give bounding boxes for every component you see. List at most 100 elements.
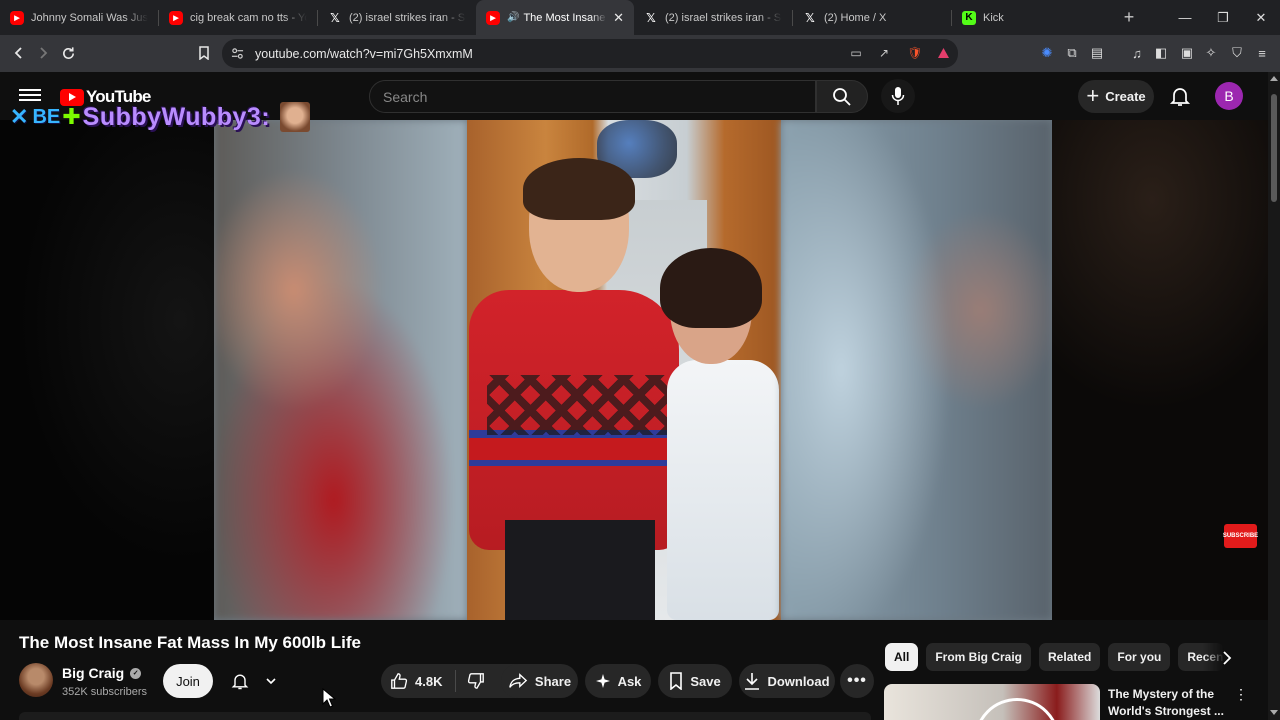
browser-tab[interactable]: 𝕏 (2) Home / X xyxy=(793,0,951,35)
reload-icon[interactable] xyxy=(55,40,81,66)
close-tab-icon[interactable]: ✕ xyxy=(613,10,624,26)
search-box[interactable] xyxy=(369,80,816,113)
share-button[interactable]: Share xyxy=(501,664,578,698)
x-icon: 𝕏 xyxy=(330,10,340,25)
subscription-notifications-button[interactable] xyxy=(222,664,284,698)
notifications-bell-icon[interactable] xyxy=(1168,84,1192,108)
blurred-background-left xyxy=(214,120,467,620)
chip-from-channel[interactable]: From Big Craig xyxy=(926,643,1032,671)
media-controls-icon[interactable]: ♫ xyxy=(1128,44,1146,62)
video-player[interactable] xyxy=(0,120,1268,620)
scroll-down-icon[interactable] xyxy=(1270,710,1278,715)
join-button[interactable]: Join xyxy=(163,664,213,698)
x-icon: 𝕏 xyxy=(805,10,815,25)
youtube-icon: ▶ xyxy=(10,10,24,25)
scroll-up-icon[interactable] xyxy=(1270,76,1278,81)
chevron-down-icon xyxy=(265,678,276,685)
video-frame[interactable] xyxy=(214,120,1052,620)
recommended-title[interactable]: The Mystery of the World's Strongest ... xyxy=(1108,686,1226,720)
tab-title: (2) israel strikes iran - Sear xyxy=(665,11,782,24)
more-actions-button[interactable]: ••• xyxy=(840,664,874,698)
photo-sweater-pattern xyxy=(487,375,667,435)
wallet-icon[interactable]: ▣ xyxy=(1178,44,1196,62)
download-icon xyxy=(745,673,760,690)
address-bar[interactable]: youtube.com/watch?v=mi7Gh5XmxmM ▭ ↗ 🛡 xyxy=(222,39,958,68)
more-horizontal-icon: ••• xyxy=(847,672,867,689)
youtube-icon: ▶ xyxy=(169,10,183,25)
browser-tab-strip: ▶ Johnny Somali Was Just Do ▶ cig break … xyxy=(0,0,1280,35)
voice-search-button[interactable] xyxy=(881,79,915,113)
subscribe-watermark[interactable]: SUBSCRIBE xyxy=(1223,524,1258,548)
create-label: Create xyxy=(1105,89,1146,104)
channel-name[interactable]: Big Craig xyxy=(62,665,124,681)
ask-button[interactable]: Ask xyxy=(585,664,651,698)
chevron-right-icon[interactable] xyxy=(1218,649,1236,667)
photo-girl-hair xyxy=(660,248,762,328)
brave-rewards-icon[interactable] xyxy=(934,44,952,62)
description-box[interactable] xyxy=(19,712,871,720)
brave-shields-icon[interactable]: 🛡 xyxy=(906,44,924,62)
account-avatar[interactable]: B xyxy=(1215,82,1243,110)
channel-name-row[interactable]: Big Craig ✓ xyxy=(62,665,142,681)
new-tab-button[interactable]: + xyxy=(1114,7,1144,28)
microphone-icon xyxy=(891,87,905,105)
like-button[interactable]: 4.8K xyxy=(381,672,455,690)
search-input[interactable] xyxy=(383,88,815,105)
cast-icon[interactable]: ▭ xyxy=(847,44,865,62)
browser-tab[interactable]: K Kick xyxy=(952,0,1110,35)
share-label: Share xyxy=(534,673,572,689)
chip-all[interactable]: All xyxy=(885,643,919,671)
chip-related[interactable]: Related xyxy=(1039,643,1101,671)
minimize-icon[interactable]: — xyxy=(1166,0,1204,35)
ambient-glow-left xyxy=(0,120,214,620)
browser-tab-active[interactable]: ▶ 🔊 The Most Insane F ✕ xyxy=(476,0,634,35)
reader-mode-icon[interactable]: ▤ xyxy=(1088,44,1106,62)
tab-title: (2) israel strikes iran - Sear xyxy=(349,11,466,24)
extensions-puzzle-icon[interactable]: ⧉ xyxy=(1063,44,1081,62)
download-label: Download xyxy=(767,673,830,689)
save-button[interactable]: Save xyxy=(658,664,732,698)
speaker-icon[interactable]: 🔊 xyxy=(507,12,519,23)
page-scrollbar[interactable] xyxy=(1268,72,1280,720)
download-button[interactable]: Download xyxy=(739,664,835,698)
more-vertical-icon[interactable]: ⋮ xyxy=(1234,686,1248,703)
sidebar-icon[interactable]: ◧ xyxy=(1152,44,1170,62)
scrollbar-thumb[interactable] xyxy=(1271,94,1277,202)
search-icon xyxy=(833,87,851,106)
video-title: The Most Insane Fat Mass In My 600lb Lif… xyxy=(19,633,361,652)
dislike-button[interactable] xyxy=(456,672,496,690)
plus-icon: + xyxy=(1086,82,1100,108)
extension-icon[interactable]: ✺ xyxy=(1038,44,1056,62)
browser-tab[interactable]: ▶ cig break cam no tts - You xyxy=(159,0,317,35)
back-icon[interactable] xyxy=(6,40,32,66)
site-settings-icon[interactable] xyxy=(228,44,246,62)
chat-badge: ✕ xyxy=(10,104,29,129)
browser-tab[interactable]: ▶ Johnny Somali Was Just Do xyxy=(0,0,158,35)
share-icon xyxy=(509,673,528,689)
search-button[interactable] xyxy=(816,80,868,113)
close-window-icon[interactable]: ✕ xyxy=(1242,0,1280,35)
leo-ai-icon[interactable]: ✧ xyxy=(1202,44,1220,62)
create-button[interactable]: + Create xyxy=(1078,80,1154,113)
photo-boy-hair xyxy=(523,158,635,220)
restore-icon[interactable]: ❐ xyxy=(1204,0,1242,35)
url-text[interactable]: youtube.com/watch?v=mi7Gh5XmxmM xyxy=(255,47,473,61)
forward-icon[interactable] xyxy=(30,40,56,66)
bookmark-icon[interactable] xyxy=(191,40,217,66)
recommended-thumbnail[interactable] xyxy=(884,684,1100,720)
browser-menu-icon[interactable]: ≡ xyxy=(1253,44,1271,62)
browser-tab[interactable]: 𝕏 (2) israel strikes iran - Sear xyxy=(634,0,792,35)
browser-tab[interactable]: 𝕏 (2) israel strikes iran - Sear xyxy=(318,0,476,35)
tab-title: Johnny Somali Was Just Do xyxy=(31,11,148,24)
share-page-icon[interactable]: ↗ xyxy=(875,44,893,62)
tab-title: cig break cam no tts - You xyxy=(190,11,307,24)
channel-avatar[interactable] xyxy=(19,663,53,697)
vpn-icon[interactable]: ⛉ xyxy=(1228,44,1246,62)
bell-icon xyxy=(231,674,248,690)
chip-for-you[interactable]: For you xyxy=(1108,643,1171,671)
photo-boy-pants xyxy=(505,520,655,620)
sparkle-icon xyxy=(595,674,610,688)
photo-girl-dress xyxy=(667,360,779,620)
ask-label: Ask xyxy=(617,673,642,689)
mouse-cursor-icon xyxy=(322,688,336,708)
